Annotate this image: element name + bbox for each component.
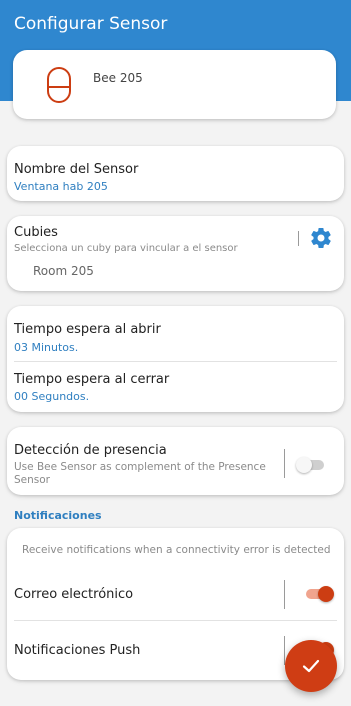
presence-toggle[interactable] (296, 457, 326, 473)
push-notification-label: Notificaciones Push (14, 643, 141, 658)
email-notification-label: Correo electrónico (14, 587, 134, 602)
sensor-name-label: Nombre del Sensor (14, 162, 139, 177)
cubies-selected-value[interactable]: Room 205 (33, 264, 94, 278)
gear-icon[interactable] (309, 226, 333, 250)
sensor-device-icon (44, 66, 74, 104)
timers-divider (14, 361, 337, 362)
notifications-divider (14, 620, 337, 621)
check-icon (302, 659, 320, 673)
close-wait-label[interactable]: Tiempo espera al cerrar (14, 372, 169, 387)
email-divider (284, 580, 285, 609)
notifications-info: Receive notifications when a connectivit… (22, 544, 331, 556)
presence-label: Detección de presencia (14, 443, 167, 458)
cubies-divider (298, 231, 299, 246)
device-name: Bee 205 (93, 71, 143, 85)
page-title: Configurar Sensor (14, 14, 168, 34)
sensor-name-value: Ventana hab 205 (14, 180, 108, 193)
email-notification-toggle[interactable] (304, 586, 334, 602)
email-toggle-knob (318, 586, 334, 602)
presence-toggle-knob (296, 457, 312, 473)
presence-divider (284, 449, 285, 478)
presence-description: Use Bee Sensor as complement of the Pres… (14, 461, 266, 486)
open-wait-value[interactable]: 03 Minutos. (14, 341, 78, 354)
open-wait-label[interactable]: Tiempo espera al abrir (14, 322, 161, 337)
notifications-section-title: Notificaciones (14, 509, 102, 522)
cubies-subtitle: Selecciona un cuby para vincular a el se… (14, 243, 238, 254)
save-fab-button[interactable] (285, 640, 337, 692)
cubies-label: Cubies (14, 225, 58, 240)
close-wait-value[interactable]: 00 Segundos. (14, 390, 89, 403)
